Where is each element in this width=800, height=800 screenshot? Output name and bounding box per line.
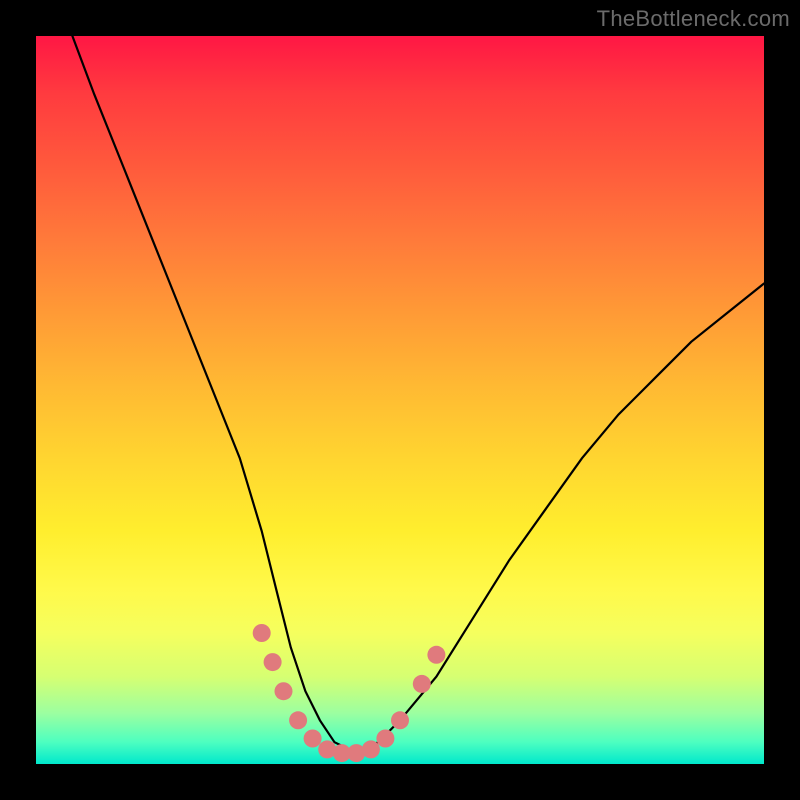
curve-marker bbox=[413, 675, 431, 693]
curve-marker bbox=[376, 730, 394, 748]
curve-marker bbox=[264, 653, 282, 671]
curve-marker bbox=[427, 646, 445, 664]
curve-marker bbox=[289, 711, 307, 729]
watermark-text: TheBottleneck.com bbox=[597, 6, 790, 32]
bottleneck-curve-svg bbox=[36, 36, 764, 764]
curve-marker bbox=[253, 624, 271, 642]
curve-marker bbox=[391, 711, 409, 729]
chart-frame: TheBottleneck.com bbox=[0, 0, 800, 800]
curve-marker bbox=[275, 682, 293, 700]
marker-group bbox=[253, 624, 446, 762]
curve-marker bbox=[304, 730, 322, 748]
plot-area bbox=[36, 36, 764, 764]
curve-group bbox=[72, 36, 764, 762]
bottleneck-curve bbox=[72, 36, 764, 749]
curve-marker bbox=[362, 740, 380, 758]
